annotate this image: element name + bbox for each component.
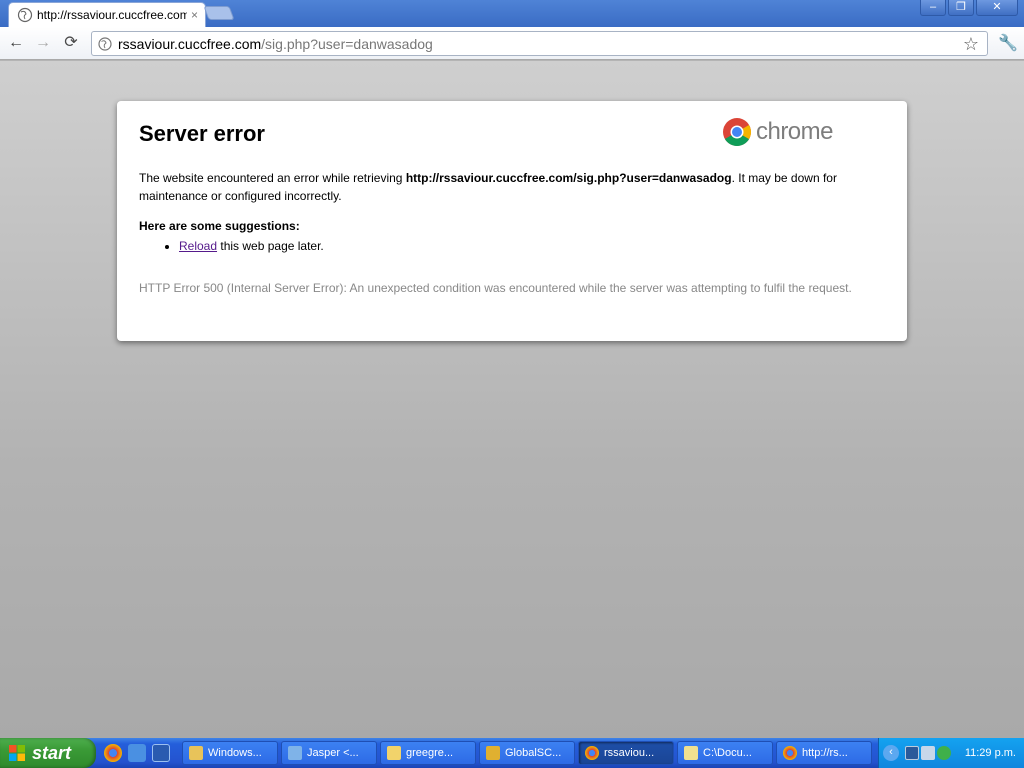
task-button-active[interactable]: rssaviou... <box>578 741 674 765</box>
minimize-button[interactable]: – <box>920 0 946 16</box>
network-icon[interactable] <box>905 746 919 760</box>
tab-title: http://rssaviour.cuccfree.com/ <box>37 8 187 22</box>
ie-quicklaunch-icon[interactable] <box>128 744 146 762</box>
browser-toolbar: ← → ⟳ rssaviour.cuccfree.com/sig.php?use… <box>0 27 1024 60</box>
task-button[interactable]: C:\Docu... <box>677 741 773 765</box>
task-label: http://rs... <box>802 747 848 759</box>
chrome-wordmark: chrome <box>755 118 834 145</box>
task-button[interactable]: http://rs... <box>776 741 872 765</box>
window-app-icon <box>189 746 203 760</box>
desc-url: http://rssaviour.cuccfree.com/sig.php?us… <box>405 171 732 185</box>
suggestion-text: this web page later. <box>217 239 324 253</box>
back-button[interactable]: ← <box>6 33 26 53</box>
task-label: Windows... <box>208 747 262 759</box>
start-label: start <box>32 742 72 763</box>
tray-expand-chevron-icon[interactable]: ‹ <box>883 745 899 761</box>
suggestions-list: Reload this web page later. <box>179 237 885 255</box>
task-label: C:\Docu... <box>703 747 752 759</box>
task-button[interactable]: greegre... <box>380 741 476 765</box>
chrome-icon <box>783 746 797 760</box>
window-controls: – ❐ ✕ <box>920 0 1018 16</box>
task-button[interactable]: Windows... <box>182 741 278 765</box>
chrome-quicklaunch-icon[interactable] <box>104 744 122 762</box>
volume-icon[interactable] <box>921 746 935 760</box>
start-button[interactable]: start <box>0 738 96 768</box>
close-window-button[interactable]: ✕ <box>976 0 1018 16</box>
quick-launch <box>104 744 170 762</box>
task-label: rssaviou... <box>604 747 655 759</box>
system-tray: ‹ 11:29 p.m. <box>878 738 1024 768</box>
list-item: Reload this web page later. <box>179 237 885 255</box>
chrome-icon <box>585 746 599 760</box>
error-description: The website encountered an error while r… <box>139 169 885 205</box>
page-info-icon[interactable] <box>98 36 112 51</box>
forward-button[interactable]: → <box>33 33 53 53</box>
reload-button[interactable]: ⟳ <box>61 33 81 53</box>
notepad-icon <box>684 746 698 760</box>
chrome-logo: chrome <box>722 117 834 147</box>
clock: 11:29 p.m. <box>964 747 1016 759</box>
task-list: Windows... Jasper <... greegre... Global… <box>182 741 872 765</box>
task-label: Jasper <... <box>307 747 359 759</box>
task-button[interactable]: GlobalSC... <box>479 741 575 765</box>
new-tab-button[interactable] <box>203 6 235 20</box>
address-bar[interactable]: rssaviour.cuccfree.com/sig.php?user=danw… <box>91 31 988 56</box>
page-viewport: Server error chrome The website encounte… <box>0 61 1024 738</box>
browser-title-bar: http://rssaviour.cuccfree.com/ × – ❐ ✕ <box>0 0 1024 27</box>
error-detail: HTTP Error 500 (Internal Server Error): … <box>139 281 852 295</box>
windows-flag-icon <box>9 745 25 761</box>
globe-icon <box>17 7 33 23</box>
task-label: GlobalSC... <box>505 747 562 759</box>
task-button[interactable]: Jasper <... <box>281 741 377 765</box>
tab-close-icon[interactable]: × <box>191 8 198 22</box>
error-card: Server error chrome The website encounte… <box>117 101 907 341</box>
windows-taskbar: start Windows... Jasper <... greegre... … <box>0 738 1024 768</box>
browser-tab[interactable]: http://rssaviour.cuccfree.com/ × <box>8 2 206 27</box>
media-player-quicklaunch-icon[interactable] <box>152 744 170 762</box>
folder-icon <box>387 746 401 760</box>
chrome-logo-icon <box>722 118 751 146</box>
url-path: /sig.php?user=danwasadog <box>261 35 433 52</box>
messenger-icon[interactable] <box>937 746 951 760</box>
desc-prefix: The website encountered an error while r… <box>139 171 406 185</box>
task-label: greegre... <box>406 747 454 759</box>
globalscape-app-icon <box>486 746 500 760</box>
suggestions-heading: Here are some suggestions: <box>139 219 300 233</box>
wrench-menu-icon[interactable]: 🔧 <box>998 33 1018 53</box>
url-host: rssaviour.cuccfree.com <box>118 35 262 52</box>
bookmark-star-icon[interactable]: ☆ <box>963 34 979 55</box>
maximize-button[interactable]: ❐ <box>948 0 974 16</box>
jasper-app-icon <box>288 746 302 760</box>
reload-link[interactable]: Reload <box>179 239 217 253</box>
